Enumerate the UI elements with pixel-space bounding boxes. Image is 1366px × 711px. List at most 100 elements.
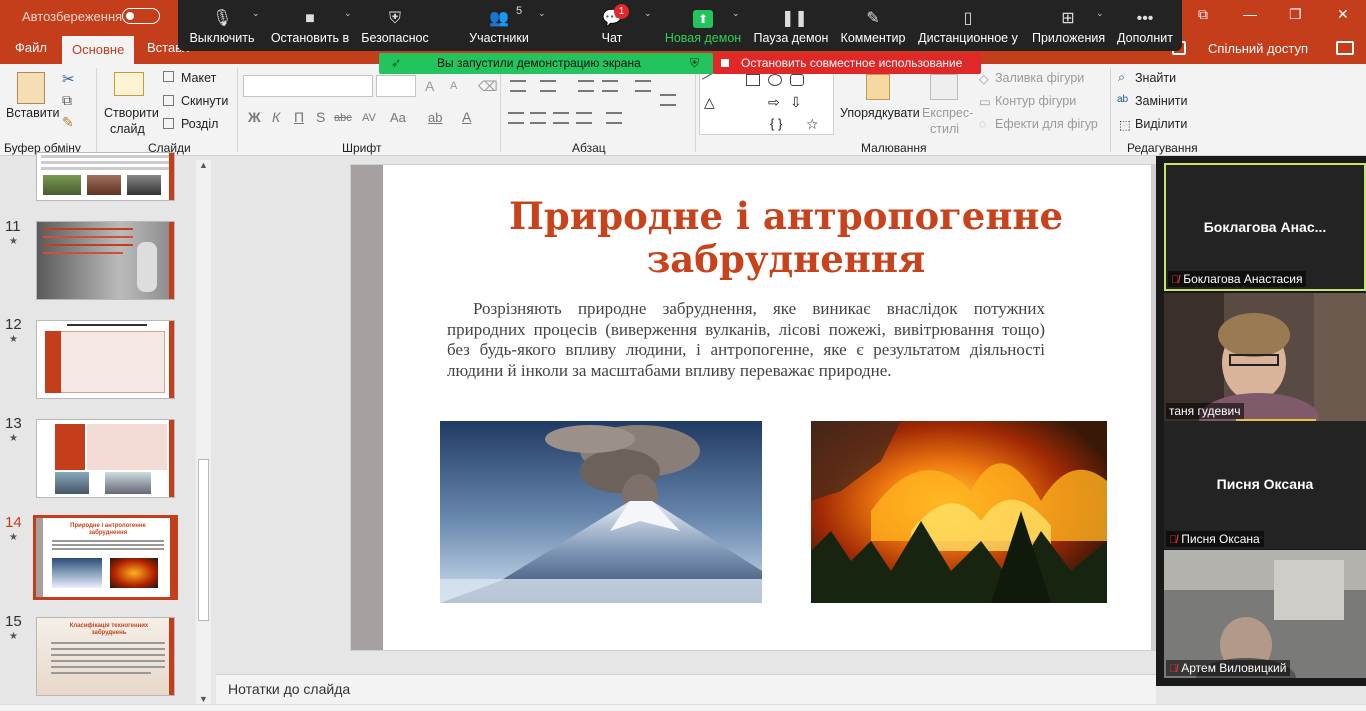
participant-tile[interactable]: таня гудевич <box>1164 293 1366 421</box>
close-button[interactable]: ✕ <box>1337 6 1349 23</box>
shapes-gallery[interactable]: △ ⇨ ⇩ { } ☆ <box>699 69 834 135</box>
slide-canvas[interactable]: Природне і антропогенне забруднення Розр… <box>350 164 1156 651</box>
rounded-rect-shape-icon[interactable] <box>790 74 804 86</box>
cut-icon[interactable]: ✂ <box>62 70 75 88</box>
bold-button[interactable]: Ж <box>248 109 261 125</box>
scroll-up-icon[interactable]: ▲ <box>199 160 208 170</box>
quick-styles-line1[interactable]: Експрес- <box>922 106 973 120</box>
forest-fire-image[interactable] <box>811 421 1107 603</box>
tab-home[interactable]: Основне <box>62 36 135 64</box>
scroll-down-icon[interactable]: ▼ <box>199 694 208 704</box>
paste-icon[interactable] <box>17 72 45 104</box>
clear-format-icon[interactable]: ⌫ <box>478 78 498 95</box>
share-options-chevron-icon[interactable]: ⌄ <box>728 0 740 51</box>
brace-shape-icon[interactable]: { } <box>770 117 784 130</box>
justify-icon[interactable] <box>576 112 592 124</box>
autosave-toggle[interactable] <box>122 8 160 24</box>
participant-tile[interactable]: Боклагова Анас... 🎙̸ Боклагова Анастасия <box>1164 163 1366 291</box>
shape-outline-button[interactable]: Контур фігури <box>995 94 1076 108</box>
spacing-button[interactable]: AV <box>362 112 376 124</box>
new-slide-button-line2[interactable]: слайд <box>110 122 145 136</box>
grow-font-icon[interactable]: A <box>425 78 434 94</box>
restore-window-icon[interactable]: ⧉ <box>1198 6 1208 23</box>
comments-icon[interactable] <box>1336 41 1354 55</box>
minimize-button[interactable]: — <box>1243 6 1257 22</box>
annotate-button[interactable]: ✎ Комментир <box>838 0 908 51</box>
slide-thumbnail-11[interactable] <box>36 221 175 300</box>
align-left-icon[interactable] <box>508 112 524 124</box>
paste-button[interactable]: Вставити <box>6 106 59 120</box>
slide-thumbnail-15[interactable]: Класифікація техногенних забруднень <box>36 617 175 696</box>
align-right-icon[interactable] <box>553 112 569 124</box>
align-center-icon[interactable] <box>530 112 546 124</box>
bullets-icon[interactable] <box>510 80 526 92</box>
numbering-icon[interactable] <box>540 80 556 92</box>
pin-icon[interactable]: ➶ <box>391 53 401 74</box>
pause-share-button[interactable]: ❚❚ Пауза демон <box>752 0 830 51</box>
quick-styles-line2[interactable]: стилі <box>930 122 959 136</box>
tab-file[interactable]: Файл <box>15 40 47 55</box>
highlight-icon[interactable]: ab <box>428 110 442 125</box>
video-options-chevron-icon[interactable]: ⌄ <box>340 0 352 51</box>
apps-options-chevron-icon[interactable]: ⌄ <box>1092 0 1104 51</box>
shadow-button[interactable]: S <box>316 109 325 125</box>
strike-button[interactable]: abc <box>334 112 352 124</box>
participants-options-chevron-icon[interactable]: ⌄ <box>534 0 546 51</box>
shape-effects-button[interactable]: Ефекти для фігур <box>995 117 1098 131</box>
new-slide-button-line1[interactable]: Створити <box>104 106 159 120</box>
increase-indent-icon[interactable] <box>602 80 618 92</box>
arrange-button[interactable]: Упорядкувати <box>840 106 920 120</box>
stop-share-button[interactable]: Остановить совместное использование <box>713 53 981 74</box>
quick-styles-icon[interactable] <box>930 74 958 100</box>
copy-icon[interactable]: ⧉ <box>62 92 72 109</box>
thumbnails-scrollbar[interactable]: ▲ ▼ <box>196 160 211 704</box>
new-slide-icon[interactable] <box>114 72 144 96</box>
decrease-indent-icon[interactable] <box>578 80 594 92</box>
text-direction-icon[interactable] <box>660 94 676 106</box>
chat-options-chevron-icon[interactable]: ⌄ <box>640 0 652 51</box>
security-button[interactable]: ⛨ Безопаснос <box>360 0 430 51</box>
font-name-input[interactable] <box>243 75 373 97</box>
reset-button[interactable]: Скинути <box>181 94 228 108</box>
italic-button[interactable]: К <box>272 109 280 125</box>
shrink-font-icon[interactable]: A <box>450 80 457 92</box>
slide-thumbnail-10[interactable] <box>36 152 175 201</box>
participant-tile[interactable]: Писня Оксана 🎙̸ Писня Оксана <box>1164 421 1366 549</box>
oval-shape-icon[interactable] <box>768 74 782 86</box>
star-shape-icon[interactable]: ☆ <box>806 117 820 131</box>
remote-control-button[interactable]: ▯ Дистанционное у <box>918 0 1018 51</box>
slide-thumbnail-14[interactable]: Природне і антропогенне забруднення <box>33 515 178 600</box>
maximize-button[interactable]: ❐ <box>1289 6 1302 23</box>
change-case-button[interactable]: Aa <box>390 110 406 125</box>
rectangle-shape-icon[interactable] <box>746 74 760 86</box>
find-button[interactable]: Знайти <box>1135 71 1176 85</box>
triangle-shape-icon[interactable]: △ <box>704 95 718 109</box>
thumbnails-scroll-thumb[interactable] <box>198 459 209 621</box>
arrow-down-shape-icon[interactable]: ⇩ <box>790 95 804 109</box>
format-painter-icon[interactable]: ✎ <box>62 114 74 131</box>
slide-title[interactable]: Природне і антропогенне забруднення <box>501 195 1071 281</box>
chat-button[interactable]: 💬 Чат <box>582 0 642 51</box>
participant-tile[interactable]: 🎙̸ Артем Виловицкий <box>1164 550 1366 678</box>
font-color-icon[interactable]: A <box>462 109 471 125</box>
line-spacing-icon[interactable] <box>635 80 651 92</box>
share-button[interactable]: Спільний доступ <box>1208 41 1308 56</box>
slide-body-text[interactable]: Розрізняють природне забруднення, яке ви… <box>447 299 1045 381</box>
arrow-right-shape-icon[interactable]: ⇨ <box>768 95 782 109</box>
font-size-input[interactable] <box>376 75 416 97</box>
shape-fill-button[interactable]: Заливка фігури <box>995 71 1084 85</box>
select-button[interactable]: Виділити <box>1135 117 1187 131</box>
participants-button[interactable]: 👥 Участники <box>464 0 534 51</box>
stop-video-button[interactable]: ■ Остановить в <box>270 0 350 51</box>
mute-options-chevron-icon[interactable]: ⌄ <box>248 0 260 51</box>
replace-button[interactable]: Замінити <box>1135 94 1187 108</box>
columns-icon[interactable] <box>606 112 622 124</box>
slide-thumbnail-13[interactable] <box>36 419 175 498</box>
arrange-icon[interactable] <box>866 74 890 100</box>
notes-pane[interactable]: Нотатки до слайда <box>216 674 1156 704</box>
layout-button[interactable]: Макет <box>181 71 216 85</box>
section-button[interactable]: Розділ <box>181 117 218 131</box>
underline-button[interactable]: П <box>294 109 304 125</box>
volcano-image[interactable] <box>440 421 762 603</box>
more-button[interactable]: ••• Дополнит <box>1112 0 1178 51</box>
